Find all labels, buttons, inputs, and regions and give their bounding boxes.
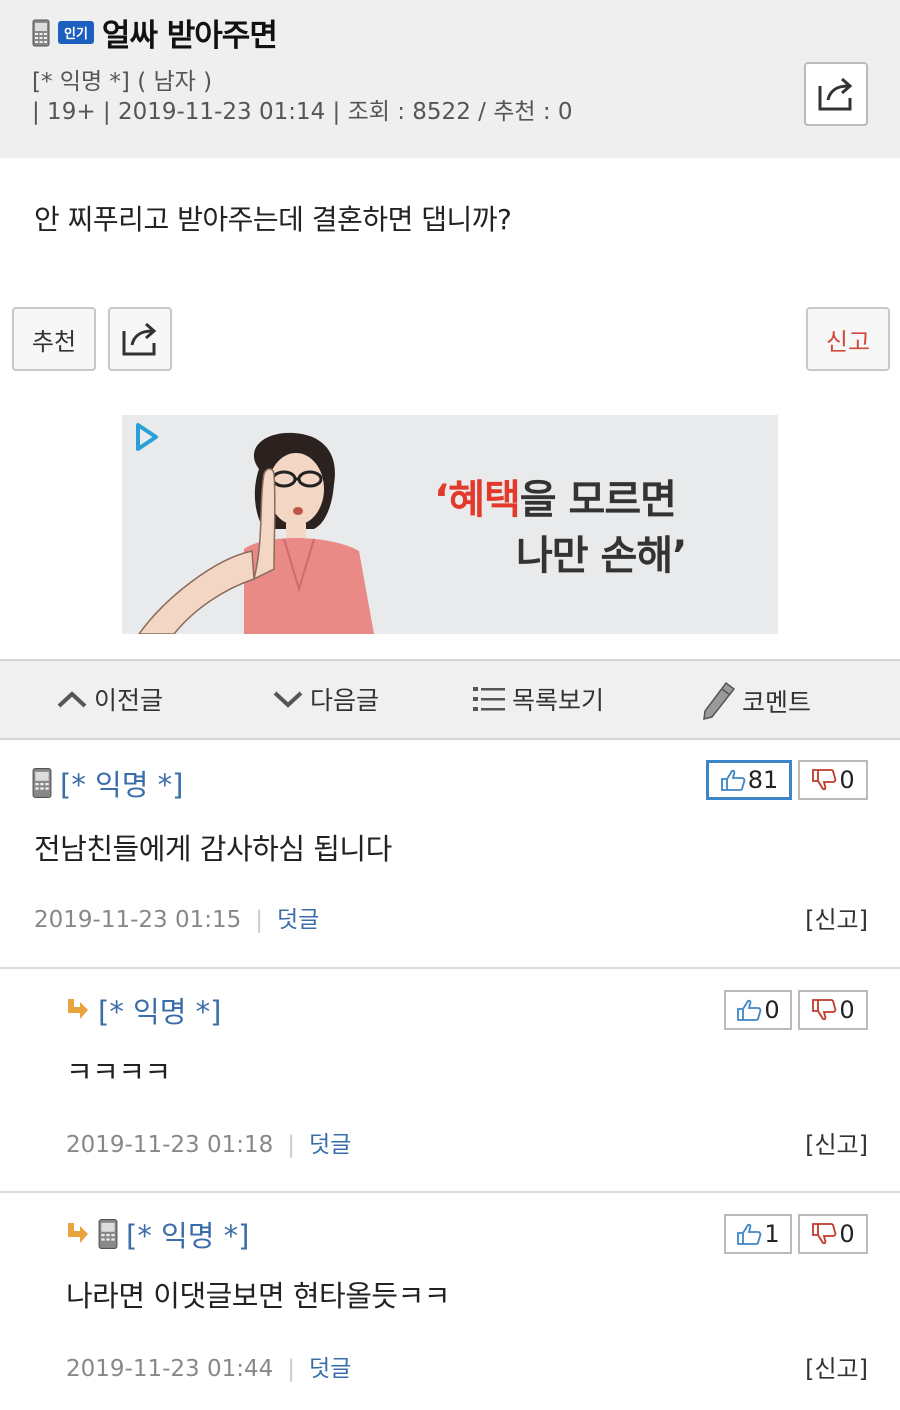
meta-divider: | xyxy=(287,1132,296,1158)
comment-date: 2019-11-23 01:15 xyxy=(34,907,242,933)
ad-headline-accent: ‘혜택 xyxy=(434,477,521,523)
dislike-button[interactable]: 0 xyxy=(798,1214,868,1254)
ad-subheadline: 나만 손해’ xyxy=(516,533,687,579)
thumbs-up-icon xyxy=(720,769,746,791)
post-body: 안 찌푸리고 받아주는데 결혼하면 댑니까? xyxy=(34,203,512,236)
reply-link[interactable]: 덧글 xyxy=(277,907,319,933)
ad-woman-illustration xyxy=(138,432,374,634)
comment-author-name[interactable]: [* 익명 *] xyxy=(60,762,183,804)
title-row: 인기 얼싸 받아주면 xyxy=(32,10,278,55)
comment-text: 전남친들에게 감사하심 됩니다 xyxy=(34,832,392,866)
thumbs-down-icon xyxy=(812,999,837,1021)
list-view-link[interactable]: 목록보기 xyxy=(472,681,604,717)
comment-meta: 2019-11-23 01:15 | 덧글 xyxy=(34,900,319,934)
comment-author: [* 익명 *] xyxy=(32,762,183,804)
list-icon xyxy=(473,687,505,711)
post-author: [* 익명 *] ( 남자 ) xyxy=(32,69,213,95)
prev-post-link[interactable]: 이전글 xyxy=(56,681,163,717)
comment-link[interactable]: 코멘트 xyxy=(702,681,811,721)
reply-comment-item: [* 익명 *] 1 0 나라면 이댓글보면 현타올듯ㅋㅋ 2019-11-23… xyxy=(0,1193,900,1410)
popular-badge: 인기 xyxy=(58,21,94,44)
comment-item: [* 익명 *] 81 0 전남친들에게 감사하심 됩니다 2019-11-23… xyxy=(0,742,900,969)
like-button[interactable]: 81 xyxy=(706,760,792,800)
comment-report-link[interactable]: [신고] xyxy=(805,900,868,935)
comment-meta: 2019-11-23 01:44 | 덧글 xyxy=(66,1349,351,1383)
comment-text: 나라면 이댓글보면 현타올듯ㅋㅋ xyxy=(66,1279,450,1313)
reply-link[interactable]: 덧글 xyxy=(309,1356,351,1382)
comment-author-name[interactable]: [* 익명 *] xyxy=(126,1213,249,1255)
like-count: 81 xyxy=(747,766,779,794)
comment-label: 코멘트 xyxy=(742,688,812,717)
prev-post-label: 이전글 xyxy=(94,686,164,715)
comment-text: ㅋㅋㅋㅋ xyxy=(66,1055,171,1089)
like-count: 1 xyxy=(764,1220,780,1248)
recommend-button[interactable]: 추천 xyxy=(12,307,96,371)
share-button[interactable] xyxy=(108,307,172,371)
chevron-up-icon xyxy=(57,691,87,708)
list-view-label: 목록보기 xyxy=(512,686,605,715)
post-title: 얼싸 받아주면 xyxy=(101,18,278,54)
share-icon xyxy=(818,77,853,111)
dislike-count: 0 xyxy=(839,1220,855,1248)
next-post-label: 다음글 xyxy=(310,686,380,715)
share-button-top[interactable] xyxy=(804,62,868,126)
post-header: 인기 얼싸 받아주면 [* 익명 *] ( 남자 ) | 19+ | 2019-… xyxy=(0,0,900,158)
reply-arrow-icon xyxy=(68,1223,88,1243)
thumbs-down-icon xyxy=(812,769,837,791)
ad-headline: ‘혜택을 모르면 xyxy=(434,467,677,525)
like-count: 0 xyxy=(764,996,780,1024)
pencil-icon xyxy=(703,681,736,720)
like-button[interactable]: 1 xyxy=(724,1214,792,1254)
mobile-phone-icon xyxy=(32,19,50,47)
dislike-button[interactable]: 0 xyxy=(798,760,868,800)
reply-comment-item: [* 익명 *] 0 0 ㅋㅋㅋㅋ 2019-11-23 01:18 | 덧글 [신… xyxy=(0,969,900,1193)
post-meta: | 19+ | 2019-11-23 01:14 | 조회 : 8522 / 추… xyxy=(32,99,573,125)
dislike-count: 0 xyxy=(839,766,855,794)
mobile-phone-icon xyxy=(32,768,52,798)
thumbs-down-icon xyxy=(812,1223,837,1245)
dislike-count: 0 xyxy=(839,996,855,1024)
like-button[interactable]: 0 xyxy=(724,990,792,1030)
reply-arrow-icon xyxy=(68,999,88,1019)
comment-author: [* 익명 *] xyxy=(64,989,221,1031)
chevron-down-icon xyxy=(273,691,303,708)
comment-date: 2019-11-23 01:18 xyxy=(66,1132,274,1158)
mobile-phone-icon xyxy=(98,1219,118,1249)
thumbs-up-icon xyxy=(737,999,762,1021)
share-icon xyxy=(122,322,157,356)
ad-headline-rest: 을 모르면 xyxy=(519,477,677,523)
post-navigation: 이전글 다음글 목록보기 코멘트 xyxy=(0,659,900,740)
report-button[interactable]: 신고 xyxy=(806,307,890,371)
comment-author: [* 익명 *] xyxy=(64,1213,249,1255)
comment-report-link[interactable]: [신고] xyxy=(805,1125,868,1160)
comment-report-link[interactable]: [신고] xyxy=(805,1349,868,1384)
next-post-link[interactable]: 다음글 xyxy=(272,681,379,717)
meta-divider: | xyxy=(255,907,264,933)
ad-banner[interactable]: ‘혜택을 모르면 나만 손해’ xyxy=(122,415,778,634)
meta-divider: | xyxy=(287,1356,296,1382)
dislike-button[interactable]: 0 xyxy=(798,990,868,1030)
comment-meta: 2019-11-23 01:18 | 덧글 xyxy=(66,1125,351,1159)
reply-link[interactable]: 덧글 xyxy=(309,1132,351,1158)
comment-author-name[interactable]: [* 익명 *] xyxy=(98,989,221,1031)
thumbs-up-icon xyxy=(737,1223,762,1245)
comment-date: 2019-11-23 01:44 xyxy=(66,1356,274,1382)
